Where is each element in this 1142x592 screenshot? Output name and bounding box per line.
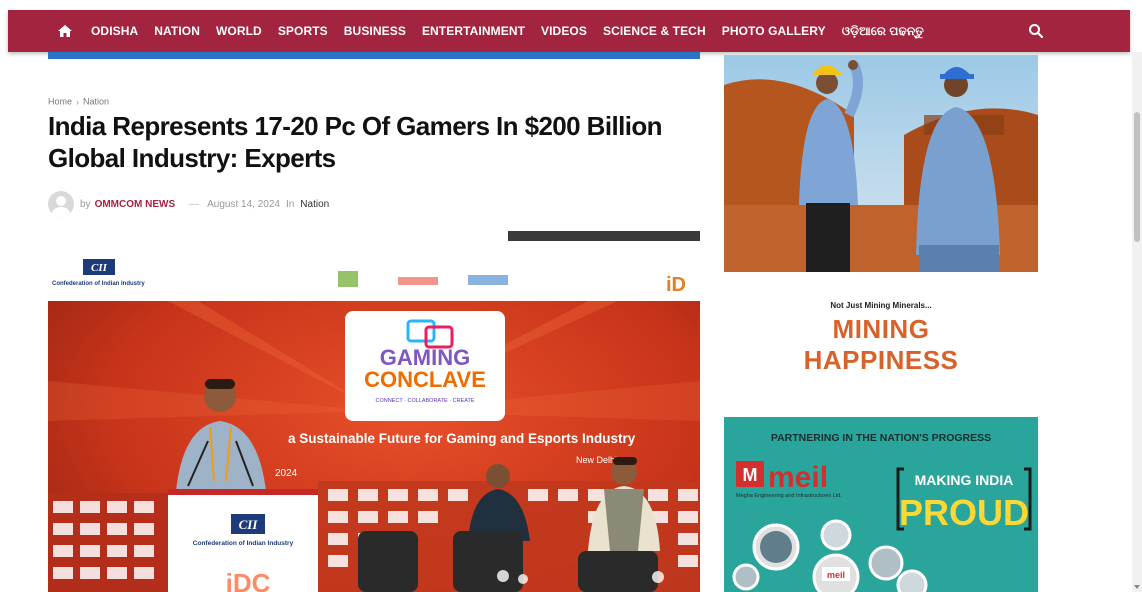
nav-item-nation[interactable]: NATION (154, 24, 200, 38)
author-link[interactable]: OMMCOM NEWS (95, 199, 176, 210)
svg-text:iD: iD (666, 274, 686, 296)
ad2-line2: HAPPINESS (803, 345, 959, 375)
in-label: In (285, 198, 295, 210)
hero-banner-org: Confederation of Indian Industry (52, 281, 145, 287)
home-icon[interactable] (56, 22, 74, 40)
nav-item-odia[interactable]: ଓଡ଼ିଆରେ ପଢନ୍ତୁ (842, 24, 924, 39)
hero-image: CII Confederation of Indian Industry iD … (48, 231, 700, 592)
top-ad-strip[interactable] (48, 52, 700, 59)
by-label: by (80, 198, 91, 210)
meil-ad-illustration: PARTNERING IN THE NATION'S PROGRESS M me… (724, 417, 1038, 592)
nav-item-science-tech[interactable]: SCIENCE & TECH (603, 24, 706, 38)
sidebar-ad-mining-happiness[interactable]: Not Just Mining Minerals... MINING HAPPI… (724, 292, 1038, 392)
nav-item-photo-gallery[interactable]: PHOTO GALLERY (722, 24, 826, 38)
breadcrumb-section[interactable]: Nation (83, 97, 109, 107)
breadcrumb-separator-icon: › (76, 96, 80, 107)
podium-org: Confederation of Indian Industry (193, 540, 294, 547)
ad3-making-india: MAKING INDIA (915, 472, 1014, 488)
ad3-header: PARTNERING IN THE NATION'S PROGRESS (771, 432, 991, 444)
hero-photo-illustration: CII Confederation of Indian Industry iD … (48, 231, 700, 592)
ad2-line1: MINING (832, 314, 930, 344)
ad3-subtitle: Megha Engineering and Infrastructures Lt… (736, 493, 842, 499)
avatar[interactable] (48, 191, 74, 217)
nav-item-sports[interactable]: SPORTS (278, 24, 328, 38)
nav-menu: ODISHA NATION WORLD SPORTS BUSINESS ENTE… (91, 10, 940, 52)
svg-text:M: M (743, 465, 758, 485)
ad3-proud: PROUD (899, 492, 1029, 533)
nav-item-entertainment[interactable]: ENTERTAINMENT (422, 24, 525, 38)
article-meta: by OMMCOM NEWS — August 14, 2024 In Nati… (48, 191, 329, 217)
ad3-small-brand: meil (827, 570, 845, 580)
hero-event-tagline: CONNECT · COLLABORATE · CREATE (375, 398, 474, 404)
ad2-tagline: Not Just Mining Minerals... (830, 301, 932, 310)
hero-headline: a Sustainable Future for Gaming and Espo… (288, 431, 636, 446)
hero-cii-logo: CII (91, 262, 108, 274)
meta-dash: — (189, 198, 200, 210)
nav-item-videos[interactable]: VIDEOS (541, 24, 587, 38)
svg-text:iDC: iDC (226, 568, 271, 592)
category-link[interactable]: Nation (300, 199, 329, 210)
hero-location: New Delhi (576, 455, 617, 465)
breadcrumb: Home › Nation (48, 96, 109, 107)
hero-year: 2024 (275, 468, 298, 479)
sidebar-ad-meil[interactable]: PARTNERING IN THE NATION'S PROGRESS M me… (724, 417, 1038, 592)
breadcrumb-home[interactable]: Home (48, 97, 72, 107)
hero-event-line2: CONCLAVE (364, 367, 486, 392)
nav-item-odisha[interactable]: ODISHA (91, 24, 138, 38)
mining-photo-illustration (724, 55, 1038, 272)
search-icon[interactable] (1027, 22, 1045, 40)
nav-item-business[interactable]: BUSINESS (344, 24, 406, 38)
article-title: India Represents 17-20 Pc Of Gamers In $… (48, 111, 662, 173)
scrollbar-thumb[interactable] (1134, 112, 1140, 242)
main-navbar: ODISHA NATION WORLD SPORTS BUSINESS ENTE… (8, 10, 1130, 52)
sidebar-ad-mining-photo[interactable] (724, 55, 1038, 272)
ad3-brand: meil (768, 461, 828, 494)
page-scrollbar[interactable] (1132, 52, 1142, 592)
article-date: August 14, 2024 (207, 198, 280, 210)
podium-logo: CII (239, 517, 259, 532)
scroll-down-arrow-icon[interactable] (1134, 584, 1140, 590)
nav-item-world[interactable]: WORLD (216, 24, 262, 38)
